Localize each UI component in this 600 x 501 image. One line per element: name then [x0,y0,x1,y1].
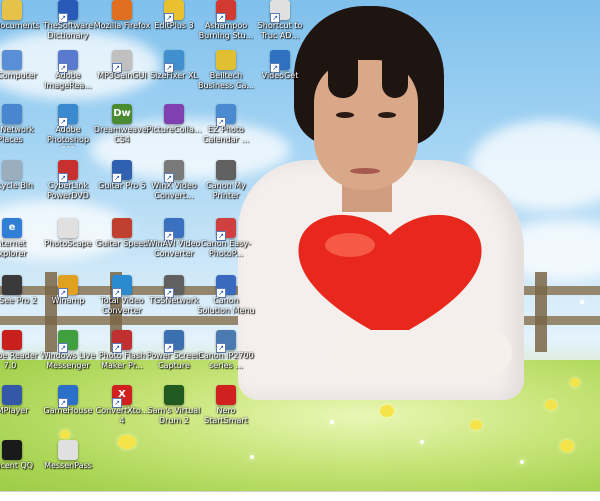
folder-icon [2,0,22,20]
desktop-icon-winx-video[interactable]: ↗ WinX Video Convert... [144,160,204,214]
desktop-icon-photoscape[interactable]: PhotoScape [38,218,98,272]
desktop-icon-canon-my-printer[interactable]: Canon My Printer [196,160,256,214]
dreamweaver-icon: Dw [112,104,132,124]
desktop-icon-messenpass[interactable]: MessenPass [38,440,98,494]
desktop-icon-winamp[interactable]: ↗ Winamp [38,275,98,329]
desktop-icon-guitar-pro[interactable]: ↗ Guitar Pro 5 [92,160,152,214]
desktop-icon-mozilla-firefox[interactable]: Mozilla Firefox [92,0,152,54]
desktop-icon-dreamweaver[interactable]: Dw Dreamweaver CS4 [92,104,152,158]
desktop-icon-thesoftware-dictionary[interactable]: ↗ TheSoftware Dictionary [38,0,98,54]
desktop-icon-virtual-drum[interactable]: Sam's Virtual Drum 2 [144,385,204,439]
desktop-icons: My Documents My Computer My Network Plac… [0,0,600,500]
desktop-icon-power-screen-capture[interactable]: ↗ Power Screen Capture [144,330,204,384]
desktop-icon-editplus[interactable]: ↗ EditPlus 3 [144,0,204,54]
desktop-icon-canon-easy-photoprint[interactable]: ↗ Canon Easy-PhotoP... [196,218,256,272]
desktop-icon-convertxto[interactable]: X ↗ ConvertXto... 4 [92,385,152,439]
desktop-icon-adobe-imageready[interactable]: ↗ Adobe ImageRea... [38,50,98,104]
guitar-speed-icon [112,218,132,238]
penguin-icon [2,440,22,460]
desktop-icon-ashampoo[interactable]: ↗ Ashampoo Burning Stu... [196,0,256,54]
collage-icon [164,104,184,124]
drum-icon [164,385,184,405]
desktop-icon-canon-ip2700[interactable]: ↗ Canon iP2700 series ... [196,330,256,384]
firefox-icon [112,0,132,20]
desktop-icon-gamehouse[interactable]: ↗ GameHouse [38,385,98,439]
desktop-icon-nero-startsmart[interactable]: Nero StartSmart [196,385,256,439]
network-icon [2,104,22,124]
printer-icon [216,160,236,180]
desktop-icon-shortcut-truc[interactable]: ↗ Shortcut to Truc AD... [250,0,310,54]
desktop-icon-guitar-speed[interactable]: Guitar Speed [92,218,152,272]
recycle-bin-icon [2,160,22,180]
desktop-icon-photo-flash-maker[interactable]: ↗ Photo Flash Maker Pr... [92,330,152,384]
desktop-icon-total-video-converter[interactable]: ↗ Total Video Converter [92,275,152,329]
player-icon [2,385,22,405]
desktop-icon-adobe-photoshop[interactable]: ↗ Adobe Photoshop CS2 [38,104,98,158]
desktop-icon-belltech[interactable]: Belltech Business Ca... [196,50,256,104]
desktop-icon-ez-photo-calendar[interactable]: ↗ EZ Photo Calendar ... [196,104,256,158]
desktop-icon-tgsnetwork[interactable]: ↗ TGSNetwork [144,275,204,329]
media-icon [2,275,22,295]
pdf-icon [2,330,22,350]
desktop-icon-canon-solution-menu[interactable]: ↗ Canon Solution Menu [196,275,256,329]
desktop-icon-windows-live-messenger[interactable]: ↗ Windows Live Messenger [38,330,98,384]
password-icon [58,440,78,460]
desktop-icon-cyberlink-powerdvd[interactable]: ↗ CyberLink PowerDVD [38,160,98,214]
desktop-icon-winavi[interactable]: ↗ WinAVI Video Converter [144,218,204,272]
computer-icon [2,50,22,70]
photoscape-icon [58,218,78,238]
card-icon [216,50,236,70]
desktop-icon-picturecollage[interactable]: PictureColla... [144,104,204,158]
desktop-icon-sizefixer[interactable]: ↗ SizeFixer XL [144,50,204,104]
desktop-icon-mp3gaingui[interactable]: ↗ MP3GainGUI [92,50,152,104]
browser-icon: e [2,218,22,238]
desktop-icon-videoget[interactable]: ↗ VideoGet [250,50,310,104]
nero-icon [216,385,236,405]
